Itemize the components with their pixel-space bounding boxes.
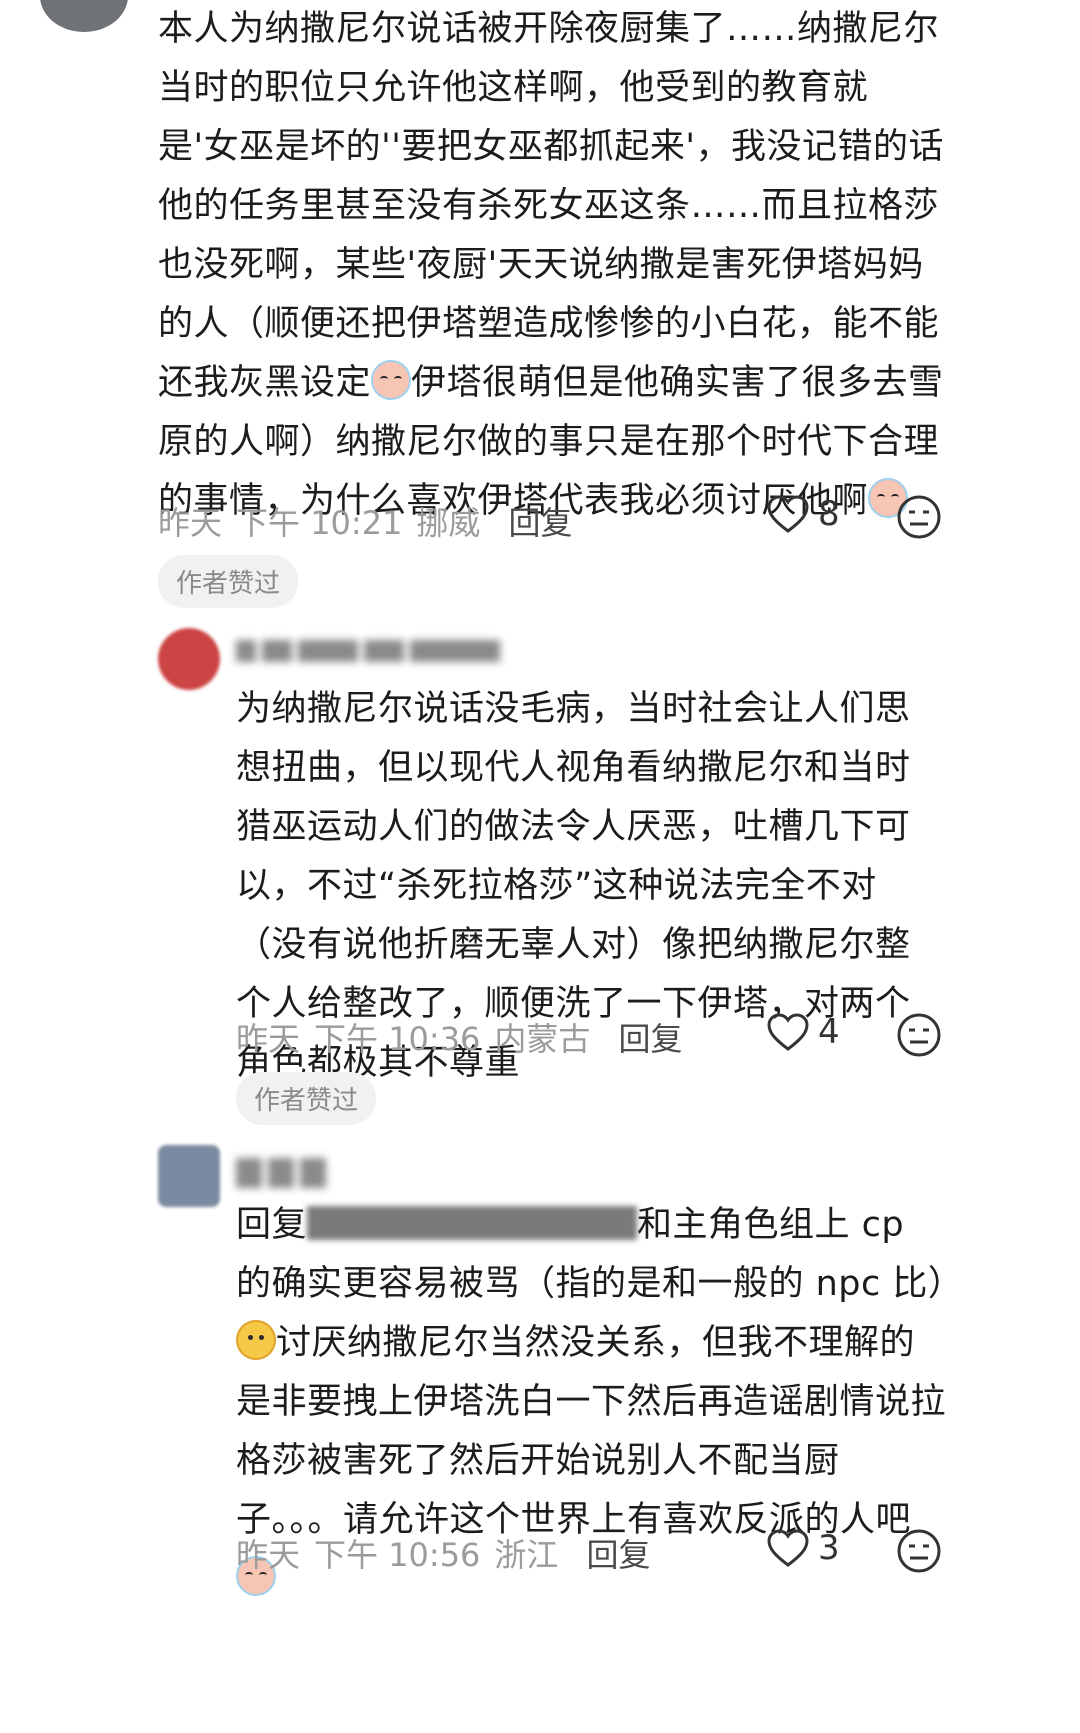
redacted-username — [307, 1206, 638, 1240]
author-liked-badge: 作者赞过 — [236, 1072, 377, 1125]
comment-date: 昨天 — [236, 1536, 301, 1574]
username — [236, 1158, 326, 1188]
comment-location: 挪威 — [416, 504, 481, 542]
like-count: 3 — [818, 1528, 840, 1568]
like-button[interactable]: 4 — [766, 1012, 840, 1052]
reply-button[interactable]: 回复 — [586, 1530, 650, 1576]
comment-time: 下午 10:21 — [236, 504, 403, 542]
username — [236, 640, 500, 662]
yellow-face-emoji — [236, 1320, 276, 1360]
like-button[interactable]: 3 — [766, 1528, 840, 1568]
neutral-face-icon[interactable] — [896, 494, 942, 540]
reply-button[interactable]: 回复 — [618, 1014, 682, 1060]
heart-outline-icon — [767, 1013, 809, 1051]
comment-meta: 昨天 下午 10:56 浙江 回复 — [236, 1530, 650, 1576]
avatar[interactable] — [158, 628, 220, 690]
neutral-face-icon[interactable] — [896, 1012, 942, 1058]
avatar[interactable] — [40, 0, 128, 32]
avatar[interactable] — [158, 1145, 220, 1207]
comment-meta: 昨天 下午 10:36 内蒙古 回复 — [236, 1014, 682, 1060]
heart-outline-icon — [767, 495, 809, 533]
comment-date: 昨天 — [158, 504, 223, 542]
like-button[interactable]: 8 — [766, 494, 840, 534]
comment-date: 昨天 — [236, 1020, 301, 1058]
reply-prefix: 回复 — [236, 1205, 308, 1245]
crying-face-emoji — [371, 360, 412, 400]
like-count: 8 — [818, 494, 840, 534]
reply-button[interactable]: 回复 — [508, 498, 572, 544]
comment-time: 下午 10:56 — [314, 1536, 481, 1574]
like-count: 4 — [818, 1012, 840, 1052]
comment-location: 浙江 — [494, 1536, 559, 1574]
author-liked-badge: 作者赞过 — [158, 555, 299, 608]
neutral-face-icon[interactable] — [896, 1528, 942, 1574]
comment-time: 下午 10:36 — [314, 1020, 481, 1058]
comment-text: 本人为纳撒尼尔说话被开除夜厨集了……纳撒尼尔当时的职位只允许他这样啊，他受到的教… — [158, 9, 944, 521]
comment-meta: 昨天 下午 10:21 挪威 回复 — [158, 498, 572, 544]
comment-location: 内蒙古 — [494, 1020, 591, 1058]
heart-outline-icon — [767, 1529, 809, 1567]
